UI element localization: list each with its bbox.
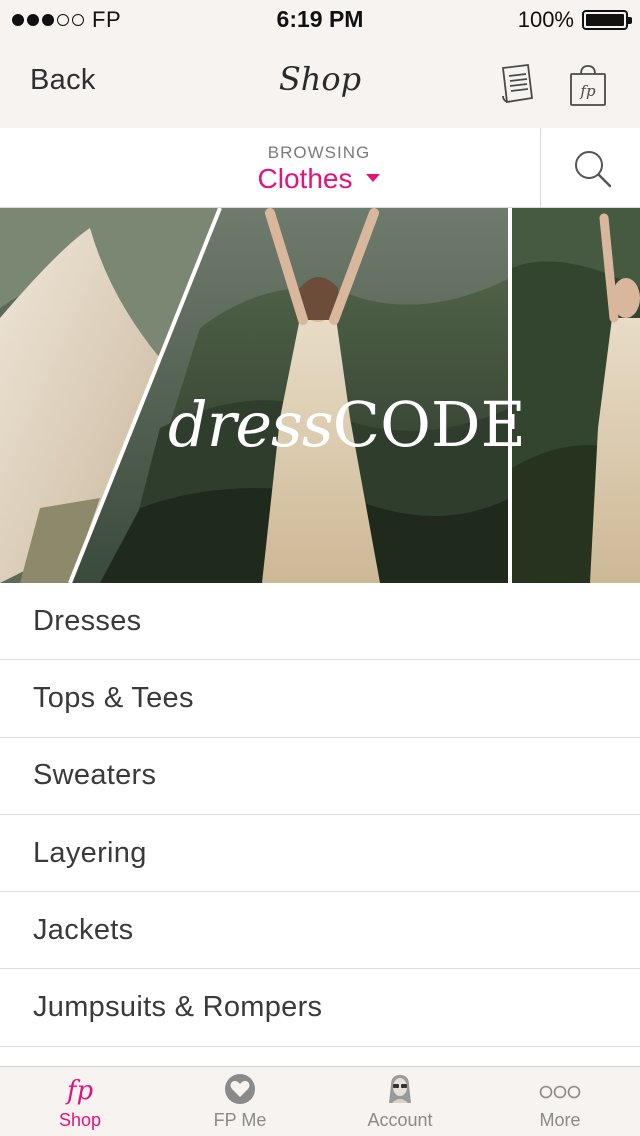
category-list: Dresses Tops & Tees Sweaters Layering Ja… bbox=[0, 583, 640, 1066]
fp-script-icon: fp bbox=[58, 1073, 102, 1107]
list-item-jumpsuits-rompers[interactable]: Jumpsuits & Rompers bbox=[0, 969, 640, 1047]
hero-banner[interactable]: dressCODE bbox=[0, 208, 640, 583]
tab-shop-label: Shop bbox=[58, 1110, 102, 1130]
fp-me-heart-icon bbox=[218, 1073, 262, 1107]
hero-word-caps: CODE bbox=[332, 388, 526, 461]
search-button[interactable] bbox=[540, 128, 640, 207]
bag-monogram: fp bbox=[579, 82, 596, 100]
notes-icon[interactable] bbox=[494, 62, 538, 108]
battery-icon bbox=[582, 10, 632, 30]
shopping-bag-icon[interactable]: fp bbox=[566, 62, 610, 108]
svg-text:fp: fp bbox=[65, 1076, 94, 1106]
list-item-jackets[interactable]: Jackets bbox=[0, 892, 640, 970]
category-dropdown[interactable]: BROWSING Clothes bbox=[0, 128, 540, 207]
battery-percent: 100% bbox=[517, 7, 574, 32]
navigation-bar: Back Shop fp bbox=[0, 40, 640, 128]
tab-more-label: More bbox=[539, 1110, 581, 1130]
tab-bar: fp Shop FP Me Account More bbox=[0, 1066, 640, 1136]
list-item-tops-tees[interactable]: Tops & Tees bbox=[0, 660, 640, 738]
hero-word-script: dress bbox=[168, 388, 334, 461]
list-item-dresses[interactable]: Dresses bbox=[0, 583, 640, 661]
browse-value: Clothes bbox=[257, 163, 353, 194]
browse-bar: BROWSING Clothes bbox=[0, 128, 640, 208]
search-icon bbox=[575, 151, 612, 188]
tab-shop[interactable]: fp Shop bbox=[0, 1067, 160, 1136]
tab-more[interactable]: More bbox=[480, 1067, 640, 1136]
page-title: Shop bbox=[278, 60, 362, 98]
status-bar: FP 6:19 PM 100% bbox=[0, 0, 640, 40]
account-avatar-icon bbox=[378, 1073, 422, 1107]
tab-fp-me-label: FP Me bbox=[213, 1110, 267, 1130]
list-item-partial[interactable] bbox=[0, 1047, 640, 1066]
hero-headline: dressCODE bbox=[168, 388, 526, 461]
more-dots-icon bbox=[538, 1073, 582, 1107]
list-item-sweaters[interactable]: Sweaters bbox=[0, 738, 640, 815]
tab-account[interactable]: Account bbox=[320, 1067, 480, 1136]
tab-fp-me[interactable]: FP Me bbox=[160, 1067, 320, 1136]
status-right: 100% bbox=[517, 7, 632, 33]
list-item-layering[interactable]: Layering bbox=[0, 815, 640, 893]
caret-down-icon bbox=[366, 173, 381, 182]
tab-account-label: Account bbox=[367, 1110, 433, 1130]
